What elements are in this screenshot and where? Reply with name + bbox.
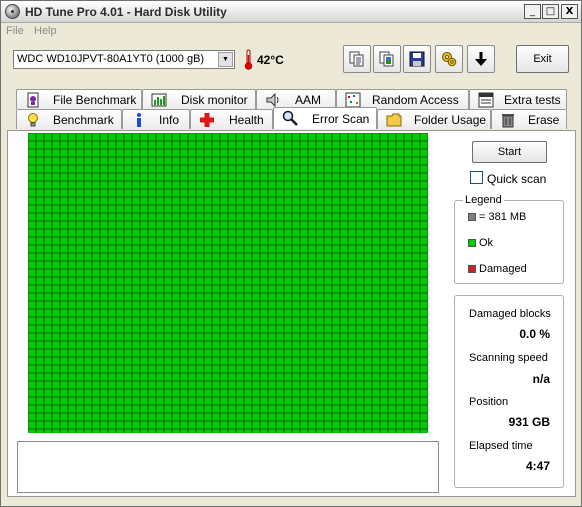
- tab-aam[interactable]: AAM: [256, 89, 336, 109]
- lightbulb-icon: [28, 113, 38, 127]
- elapsed-time-value: 4:47: [525, 459, 550, 473]
- tab-extra-tests[interactable]: Extra tests: [469, 89, 567, 109]
- speaker-icon: [266, 92, 279, 108]
- extra-tests-icon: [478, 92, 494, 108]
- disk-monitor-icon: [151, 93, 167, 107]
- temperature-readout: 42°C: [257, 53, 284, 67]
- download-button[interactable]: [467, 45, 495, 73]
- minimize-button[interactable]: _: [524, 4, 541, 19]
- menu-file[interactable]: File: [6, 25, 24, 37]
- scan-log-box: [17, 441, 439, 493]
- position-label: Position: [469, 396, 509, 408]
- app-window: HD Tune Pro 4.01 - Hard Disk Utility _ □…: [0, 0, 582, 507]
- thermometer-icon: [244, 49, 253, 70]
- window-title: HD Tune Pro 4.01 - Hard Disk Utility: [25, 5, 227, 19]
- copy-text-button[interactable]: [343, 45, 371, 73]
- start-button[interactable]: Start: [472, 141, 547, 163]
- exit-button[interactable]: Exit: [516, 45, 569, 73]
- menu-help[interactable]: Help: [34, 25, 57, 37]
- menu-bar: File Help: [1, 23, 581, 40]
- info-icon: [137, 113, 141, 127]
- hd-tune-disk-icon: [5, 4, 20, 19]
- legend-swatch-red: [468, 265, 476, 273]
- tab-folder-usage[interactable]: Folder Usage: [377, 109, 491, 129]
- scan-block-map: [28, 133, 428, 433]
- title-bar[interactable]: HD Tune Pro 4.01 - Hard Disk Utility _ □…: [1, 1, 581, 23]
- legend-title: Legend: [463, 194, 504, 206]
- legend-swatch-grey: [468, 213, 476, 221]
- tab-erase[interactable]: Erase: [491, 109, 567, 129]
- tab-random-access[interactable]: Random Access: [336, 89, 469, 109]
- tab-benchmark[interactable]: Benchmark: [16, 109, 122, 129]
- options-button[interactable]: [435, 45, 463, 73]
- tab-disk-monitor[interactable]: Disk monitor: [142, 89, 256, 109]
- file-benchmark-icon: [27, 92, 39, 108]
- folder-icon: [386, 113, 402, 127]
- tab-file-benchmark[interactable]: File Benchmark: [16, 89, 142, 109]
- options-icon: [442, 52, 457, 67]
- elapsed-time-label: Elapsed time: [469, 440, 533, 452]
- trash-icon: [502, 114, 514, 128]
- maximize-button[interactable]: □: [542, 4, 559, 19]
- random-access-icon: [345, 92, 361, 108]
- position-value: 931 GB: [508, 415, 550, 429]
- tab-health[interactable]: Health: [190, 109, 273, 129]
- damaged-blocks-label: Damaged blocks: [469, 308, 551, 320]
- health-cross-icon: [200, 113, 214, 127]
- scanning-speed-label: Scanning speed: [469, 352, 548, 364]
- drive-select-value: WDC WD10JPVT-80A1YT0 (1000 gB): [17, 53, 205, 65]
- magnifier-icon: [282, 110, 298, 126]
- drive-select[interactable]: WDC WD10JPVT-80A1YT0 (1000 gB) ▼: [13, 50, 235, 69]
- legend-swatch-green: [468, 239, 476, 247]
- quick-scan-checkbox-box[interactable]: [470, 171, 483, 184]
- damaged-blocks-value: 0.0 %: [519, 327, 550, 341]
- tab-error-scan[interactable]: Error Scan: [273, 107, 377, 129]
- copy-image-button[interactable]: [373, 45, 401, 73]
- quick-scan-label: Quick scan: [487, 172, 547, 186]
- copy-image-icon: [379, 51, 394, 67]
- tab-info[interactable]: Info: [122, 109, 190, 129]
- save-icon: [409, 51, 425, 67]
- scanning-speed-value: n/a: [532, 372, 550, 386]
- copy-text-icon: [349, 51, 364, 67]
- close-button[interactable]: X: [561, 4, 578, 19]
- chevron-down-icon[interactable]: ▼: [218, 52, 233, 67]
- download-arrow-icon: [475, 52, 487, 66]
- save-button[interactable]: [403, 45, 431, 73]
